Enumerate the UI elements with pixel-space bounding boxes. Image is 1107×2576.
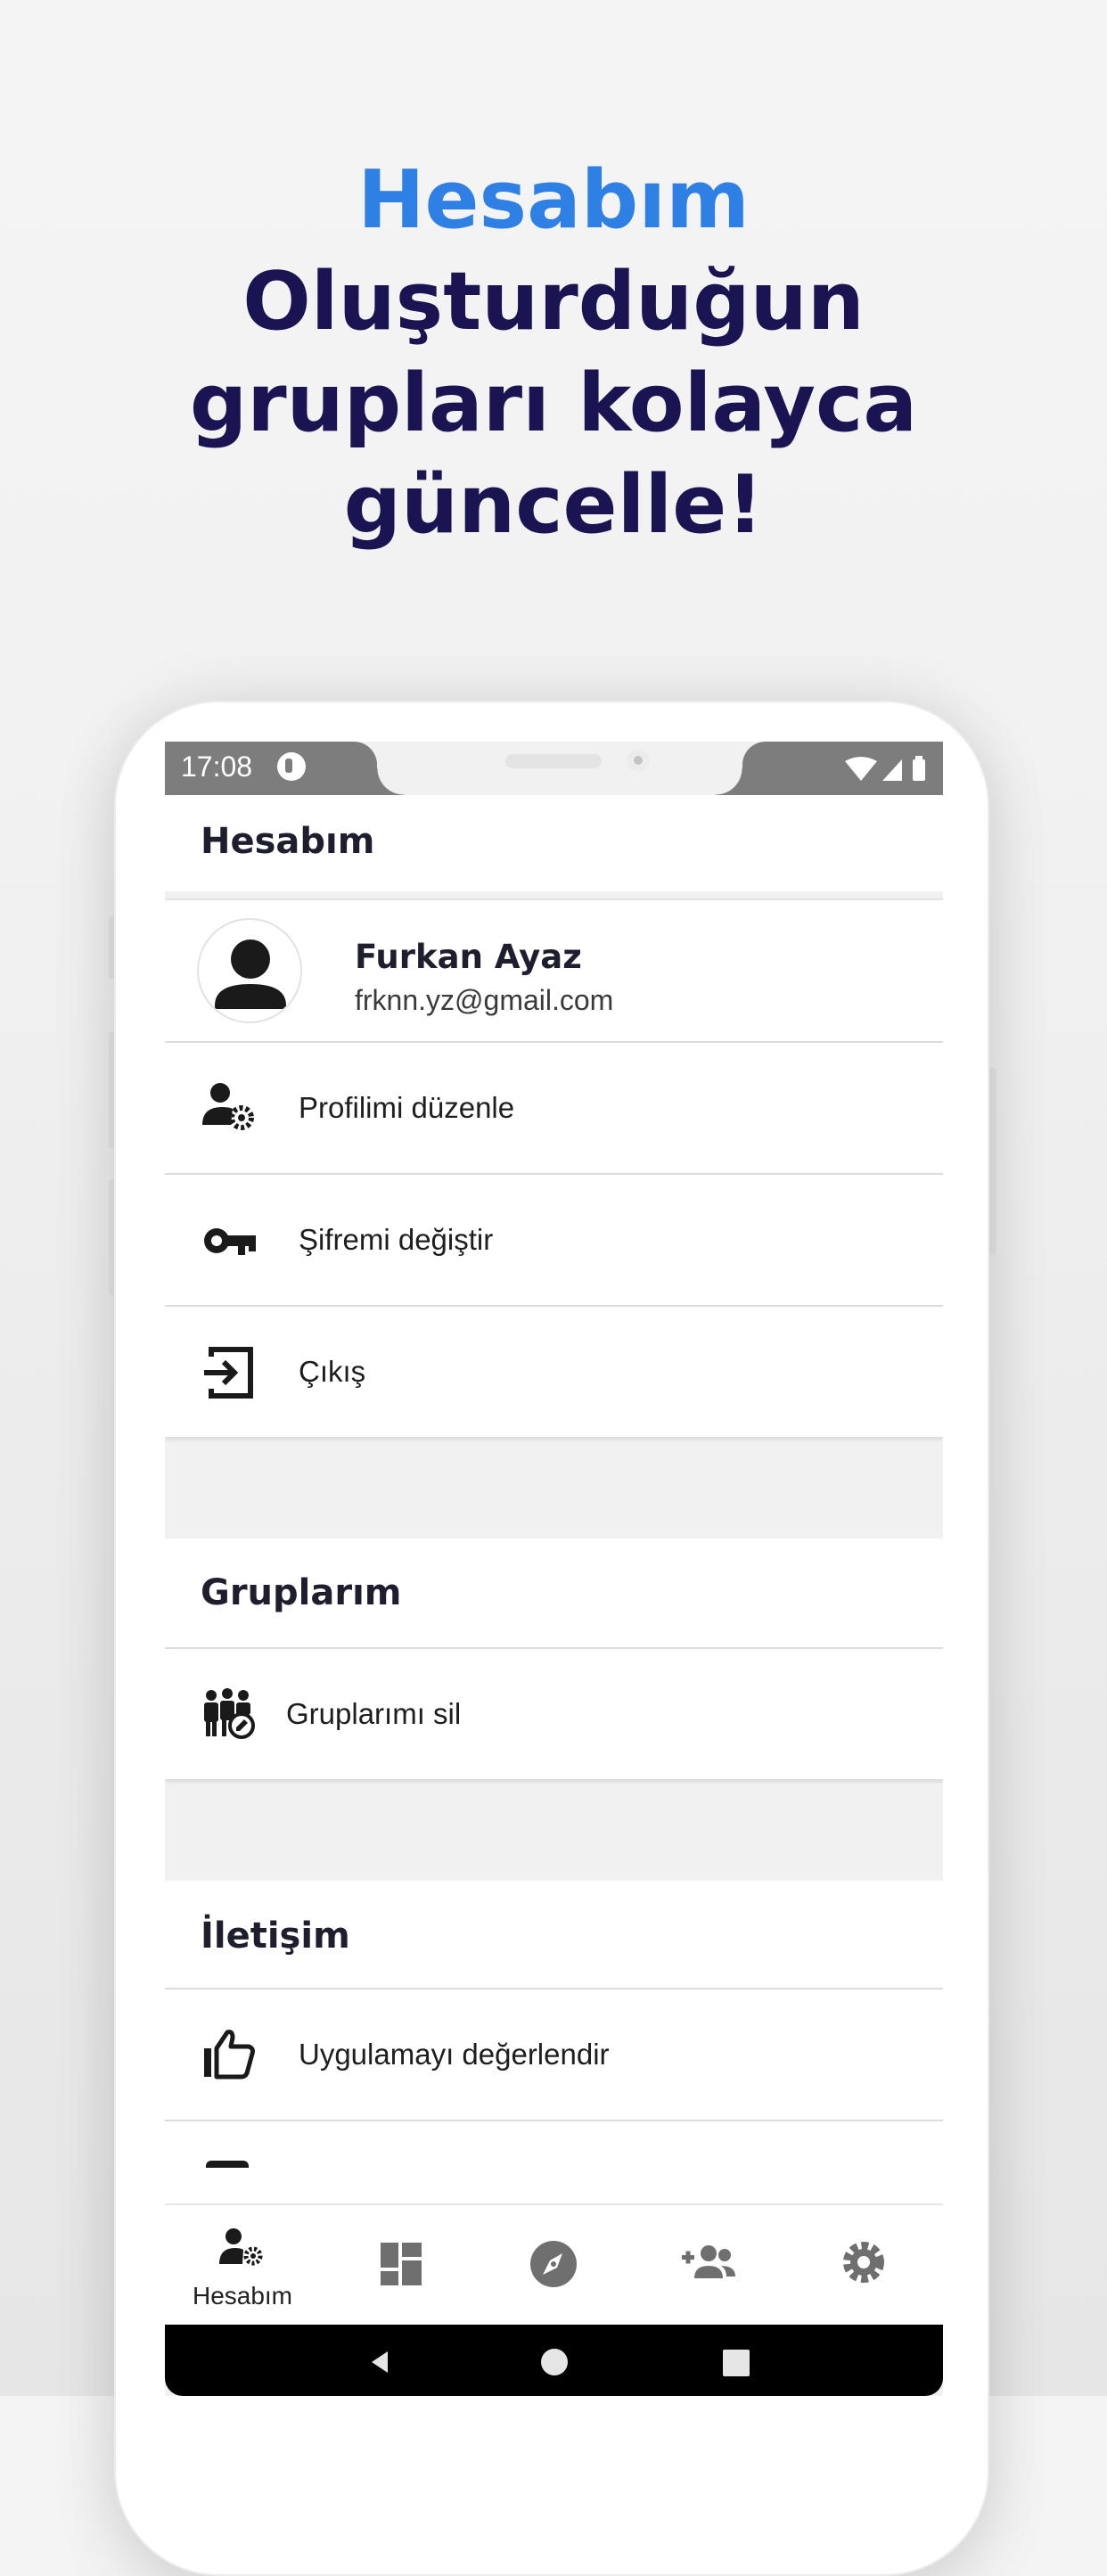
- phone-power-button: [989, 1068, 996, 1255]
- nav-tab-account[interactable]: Hesabım: [165, 2205, 320, 2326]
- avatar: [197, 918, 302, 1023]
- nav-tab-explore[interactable]: [475, 2205, 630, 2326]
- menu-item-rate-app[interactable]: Uygulamayı değerlendir: [165, 1988, 943, 2120]
- home-icon: [541, 2349, 568, 2375]
- phone-screen: 17:08 Hesabım Furkan Ayaz frknn.yz@gmail…: [165, 742, 943, 2396]
- promo-headline: Hesabım Oluşturduğun grupları kolayca gü…: [0, 150, 1107, 556]
- account-settings-icon: [219, 2228, 263, 2266]
- menu-item-delete-groups[interactable]: Gruplarımı sil: [165, 1647, 943, 1779]
- status-bar-right: [716, 742, 943, 795]
- headline-line-3: güncelle!: [343, 458, 764, 552]
- menu-item-label: Şifremi değiştir: [299, 1223, 494, 1256]
- user-profile-card[interactable]: Furkan Ayaz frknn.yz@gmail.com: [165, 898, 943, 1041]
- menu-item-label: Gruplarımı sil: [286, 1697, 462, 1730]
- key-icon: [204, 1228, 256, 1255]
- status-bar-left: 17:08: [165, 742, 404, 795]
- status-time: 17:08: [181, 751, 253, 783]
- status-icons: [845, 756, 925, 781]
- nav-tab-settings[interactable]: [785, 2205, 940, 2326]
- partial-icon: [206, 2161, 249, 2168]
- menu-item-label: Çıkış: [299, 1355, 366, 1388]
- headline-line-2: grupları kolayca: [189, 357, 918, 450]
- menu-item-label: Uygulamayı değerlendir: [299, 2038, 610, 2071]
- system-navigation-bar: [165, 2325, 943, 2396]
- back-icon: [372, 2351, 388, 2373]
- dashboard-icon: [381, 2243, 422, 2285]
- battery-icon: [913, 759, 925, 781]
- menu-item-label: Profilimi düzenle: [299, 1091, 515, 1124]
- section-title-contact: İletişim: [165, 1881, 943, 1988]
- menu-item-partial[interactable]: [165, 2120, 943, 2209]
- bottom-navigation: Hesabım: [165, 2203, 943, 2326]
- nav-tab-add-group[interactable]: [630, 2205, 785, 2326]
- nav-tab-dashboard[interactable]: [320, 2205, 475, 2326]
- wifi-icon: [845, 757, 877, 781]
- system-nav-buttons: [372, 2349, 750, 2376]
- signal-icon: [882, 759, 902, 781]
- headline-line-1: Oluşturduğun: [242, 255, 865, 349]
- phone-speaker: [505, 754, 602, 768]
- phone-camera: [627, 749, 650, 772]
- user-name: Furkan Ayaz: [355, 938, 582, 976]
- user-settings-icon: [202, 1083, 254, 1130]
- add-group-icon: [682, 2245, 735, 2278]
- gear-icon: [843, 2242, 884, 2283]
- menu-item-edit-profile[interactable]: Profilimi düzenle: [165, 1041, 943, 1173]
- user-email: frknn.yz@gmail.com: [355, 984, 614, 1016]
- nav-tab-label: Hesabım: [192, 2282, 293, 2309]
- notification-app-icon: [277, 752, 306, 781]
- section-title-account: Hesabım: [165, 795, 943, 891]
- recents-icon: [723, 2350, 750, 2376]
- person-icon: [215, 939, 286, 1009]
- logout-icon: [204, 1347, 253, 1399]
- thumbs-up-icon: [204, 2030, 255, 2080]
- headline-accent: Hesabım: [357, 153, 750, 247]
- compass-icon: [530, 2241, 577, 2287]
- section-title-groups: Gruplarım: [165, 1538, 943, 1647]
- menu-item-change-password[interactable]: Şifremi değiştir: [165, 1173, 943, 1305]
- group-edit-icon: [204, 1688, 255, 1739]
- menu-item-logout[interactable]: Çıkış: [165, 1305, 943, 1437]
